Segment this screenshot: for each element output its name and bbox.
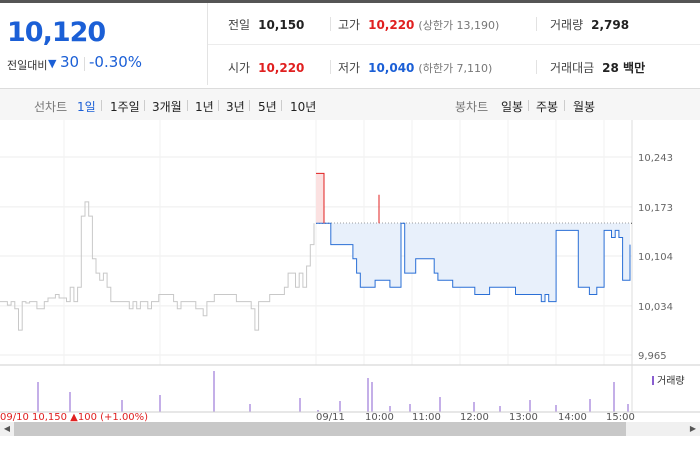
x-label-date: 09/11 [316, 412, 345, 422]
stat-prev-close: 전일 10,150 [228, 16, 304, 33]
row-divider [208, 44, 700, 45]
x-label-prev: 09/10 10,150 ▲100 (+1.00%) [0, 412, 149, 422]
change-percent: -0.30% [89, 53, 143, 71]
down-arrow-icon: ▼ [48, 57, 57, 70]
divider [528, 100, 529, 111]
stat-label: 저가 [338, 61, 361, 75]
stat-value: 10,220 [368, 18, 415, 32]
stat-value: 2,798 [591, 18, 630, 32]
divider [536, 17, 537, 31]
price-chart[interactable]: 10,243 10,173 10,104 10,034 9,965 [0, 120, 700, 450]
x-label-time: 11:00 [412, 412, 441, 422]
tab-3m[interactable]: 3개월 [152, 98, 182, 115]
upper-limit: (상한가 13,190) [418, 19, 500, 32]
above-prev-close-fill [316, 173, 324, 224]
lower-limit: (하한가 7,110) [418, 62, 493, 75]
change-label: 전일대비 [7, 59, 48, 72]
tab-daily[interactable]: 일봉 [501, 98, 523, 115]
divider [564, 100, 565, 111]
divider [84, 57, 85, 71]
y-tick-label: 10,104 [638, 252, 673, 263]
scroll-right-icon[interactable]: ▶ [686, 422, 700, 436]
stat-value: 10,040 [368, 61, 415, 75]
candle-chart-label: 봉차트 [455, 100, 489, 114]
stat-value: 10,220 [258, 61, 305, 75]
stat-label: 거래대금 [550, 61, 595, 75]
divider [536, 60, 537, 74]
divider [281, 100, 282, 111]
change-value: 30 [60, 53, 80, 71]
x-label-time: 14:00 [558, 412, 587, 422]
stat-turnover: 거래대금 28 백만 [550, 59, 645, 76]
stat-low: 저가 10,040 (하한가 7,110) [338, 59, 492, 76]
tab-10y[interactable]: 10년 [290, 98, 316, 115]
divider [249, 100, 250, 111]
stat-label: 고가 [338, 18, 361, 32]
divider [187, 100, 188, 111]
x-label-time: 15:00 [606, 412, 635, 422]
divider [144, 100, 145, 111]
y-tick-label: 10,034 [638, 302, 673, 313]
volume-swatch [652, 376, 654, 385]
line-chart-label: 선차트 [34, 100, 68, 114]
stat-volume: 거래량 2,798 [550, 16, 629, 33]
divider [330, 17, 331, 31]
tab-1y[interactable]: 1년 [195, 98, 214, 115]
stat-label: 전일 [228, 18, 251, 32]
stat-high: 고가 10,220 (상한가 13,190) [338, 16, 499, 33]
x-label-time: 12:00 [460, 412, 489, 422]
y-tick-label: 10,173 [638, 203, 673, 214]
x-axis-labels: 09/10 10,150 ▲100 (+1.00%) 09/11 10:00 1… [0, 412, 700, 422]
volume-legend-label: 거래량 [657, 376, 685, 387]
volume-legend: 거래량 [652, 372, 685, 387]
scroll-left-icon[interactable]: ◀ [0, 422, 14, 436]
stat-value: 28 백만 [602, 61, 646, 75]
chart-tab-bar: 선차트 1일 1주일 3개월 1년 3년 5년 10년 봉차트 일봉 주봉 월봉 [0, 88, 700, 121]
chart-scrollbar[interactable]: ◀ ▶ [0, 422, 700, 436]
x-label-time: 10:00 [365, 412, 394, 422]
x-label-time: 13:00 [509, 412, 538, 422]
y-tick-label: 9,965 [638, 351, 667, 362]
stat-value: 10,150 [258, 18, 305, 32]
tab-monthly[interactable]: 월봉 [573, 98, 595, 115]
current-price: 10,120 [7, 17, 106, 48]
tab-1d[interactable]: 1일 [77, 98, 96, 115]
tab-1w[interactable]: 1주일 [110, 98, 140, 115]
divider [218, 100, 219, 111]
stat-label: 거래량 [550, 18, 584, 32]
divider [330, 60, 331, 74]
stat-label: 시가 [228, 61, 251, 75]
tab-3y[interactable]: 3년 [226, 98, 245, 115]
scroll-thumb[interactable] [14, 422, 626, 436]
tab-weekly[interactable]: 주봉 [536, 98, 558, 115]
y-tick-label: 10,243 [638, 153, 673, 164]
stat-open: 시가 10,220 [228, 59, 304, 76]
price-summary: 10,120 전일대비 ▼ 30 -0.30% [0, 3, 208, 85]
divider [101, 100, 102, 111]
tab-5y[interactable]: 5년 [258, 98, 277, 115]
